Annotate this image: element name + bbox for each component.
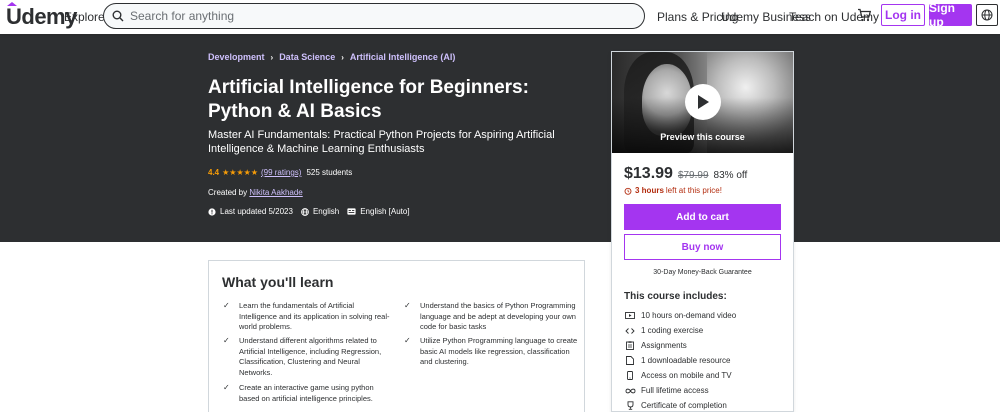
list-item: ✓ Understand different algorithms relate… [223, 336, 393, 378]
buy-now-button[interactable]: Buy now [624, 234, 781, 260]
list-item: Access on mobile and TV [624, 368, 736, 383]
alarm-clock-icon [624, 187, 632, 195]
course-title: Artificial Intelligence for Beginners: P… [208, 77, 529, 122]
breadcrumb-development[interactable]: Development [208, 52, 265, 62]
list-item: 1 coding exercise [624, 323, 736, 338]
include-text: Access on mobile and TV [641, 371, 732, 380]
original-price: $79.99 [677, 170, 709, 181]
list-item: ✓ Utilize Python Programming language to… [404, 336, 579, 368]
price-timer: 3 hours left at this price! [624, 186, 722, 195]
assignment-icon [624, 341, 636, 351]
captions-icon [347, 208, 356, 215]
add-to-cart-button[interactable]: Add to cart [624, 204, 781, 230]
course-subtitle: Master AI Fundamentals: Practical Python… [208, 129, 555, 155]
check-icon: ✓ [404, 301, 411, 310]
include-text: 1 coding exercise [641, 326, 704, 335]
list-item: Full lifetime access [624, 383, 736, 398]
globe-icon [301, 207, 309, 216]
language: English [301, 207, 339, 216]
ratings-count-link[interactable]: (99 ratings) [261, 168, 301, 177]
check-icon: ✓ [223, 383, 230, 392]
created-by-label: Created by [208, 188, 248, 197]
breadcrumb: Development › Data Science › Artificial … [208, 52, 455, 62]
learn-item-text: Create an interactive game using python … [239, 383, 374, 403]
globe-icon[interactable] [976, 4, 998, 26]
purchase-card: Preview this course $13.99 $79.99 83% of… [611, 51, 794, 412]
top-navbar: Udemy Explore Plans & Pricing Udemy Busi… [0, 0, 1000, 34]
star-rating-icon: ★★★★★ [222, 168, 258, 177]
search-bar[interactable] [103, 3, 645, 29]
play-icon[interactable] [685, 84, 721, 120]
code-icon [624, 326, 636, 336]
time-left-text: left at this price! [665, 186, 722, 195]
what-you-learn-box: What you'll learn ✓ Learn the fundamenta… [208, 260, 585, 412]
learn-title: What you'll learn [222, 274, 334, 290]
captions: English [Auto] [347, 207, 410, 216]
video-icon [624, 311, 636, 321]
chevron-right-icon: › [270, 52, 274, 62]
alert-clock-icon [208, 207, 216, 216]
check-icon: ✓ [223, 336, 230, 345]
last-updated: Last updated 5/2023 [208, 207, 293, 216]
created-by: Created by Nikita Aakhade [208, 188, 303, 197]
price-row: $13.99 $79.99 83% off [624, 165, 747, 183]
list-item: ✓ Learn the fundamentals of Artificial I… [223, 301, 393, 333]
include-text: Full lifetime access [641, 386, 709, 395]
chevron-right-icon: › [341, 52, 344, 62]
search-input[interactable] [130, 9, 610, 23]
discount-percent: 83% off [713, 170, 748, 181]
learn-item-text: Utilize Python Programming language to c… [420, 336, 578, 366]
course-meta: Last updated 5/2023 English English [Aut… [208, 207, 418, 216]
list-item: 1 downloadable resource [624, 353, 736, 368]
list-item: 10 hours on-demand video [624, 308, 736, 323]
learn-item-text: Understand different algorithms related … [239, 336, 382, 377]
list-item: ✓ Create an interactive game using pytho… [223, 383, 393, 404]
rating-value: 4.4 [208, 168, 220, 177]
breadcrumb-ai[interactable]: Artificial Intelligence (AI) [350, 52, 456, 62]
includes-title: This course includes: [624, 291, 727, 302]
preview-label: Preview this course [660, 132, 745, 142]
breadcrumb-data-science[interactable]: Data Science [279, 52, 335, 62]
students-count: 525 students [306, 168, 353, 177]
file-icon [624, 356, 636, 366]
rating-row: 4.4 ★★★★★ (99 ratings) 525 students [208, 168, 352, 177]
explore-link[interactable]: Explore [64, 10, 105, 24]
captions-text: English [Auto] [360, 207, 410, 216]
current-price: $13.99 [624, 165, 673, 182]
course-preview[interactable]: Preview this course [612, 52, 793, 153]
include-text: Assignments [641, 341, 687, 350]
instructor-link[interactable]: Nikita Aakhade [249, 188, 302, 197]
login-button[interactable]: Log in [881, 4, 925, 26]
learn-item-text: Learn the fundamentals of Artificial Int… [239, 301, 390, 331]
check-icon: ✓ [223, 301, 230, 310]
last-updated-text: Last updated 5/2023 [220, 207, 293, 216]
language-text: English [312, 207, 340, 216]
learn-item-text: Understand the basics of Python Programm… [420, 301, 576, 331]
mobile-icon [624, 371, 636, 381]
list-item: ✓ Understand the basics of Python Progra… [404, 301, 579, 333]
include-text: 1 downloadable resource [641, 356, 731, 365]
signup-button[interactable]: Sign up [929, 1, 972, 29]
cart-icon[interactable] [857, 8, 872, 27]
includes-list: 10 hours on-demand video 1 coding exerci… [624, 308, 736, 412]
list-item: Assignments [624, 338, 736, 353]
money-back-guarantee: 30-Day Money-Back Guarantee [653, 269, 752, 276]
time-left-bold: 3 hours [635, 186, 664, 195]
include-text: 10 hours on-demand video [641, 311, 737, 320]
trophy-icon [624, 401, 636, 411]
infinity-icon [624, 386, 636, 396]
check-icon: ✓ [404, 336, 411, 345]
list-item: Certificate of completion [624, 398, 736, 412]
search-icon [112, 10, 124, 22]
include-text: Certificate of completion [641, 401, 727, 410]
